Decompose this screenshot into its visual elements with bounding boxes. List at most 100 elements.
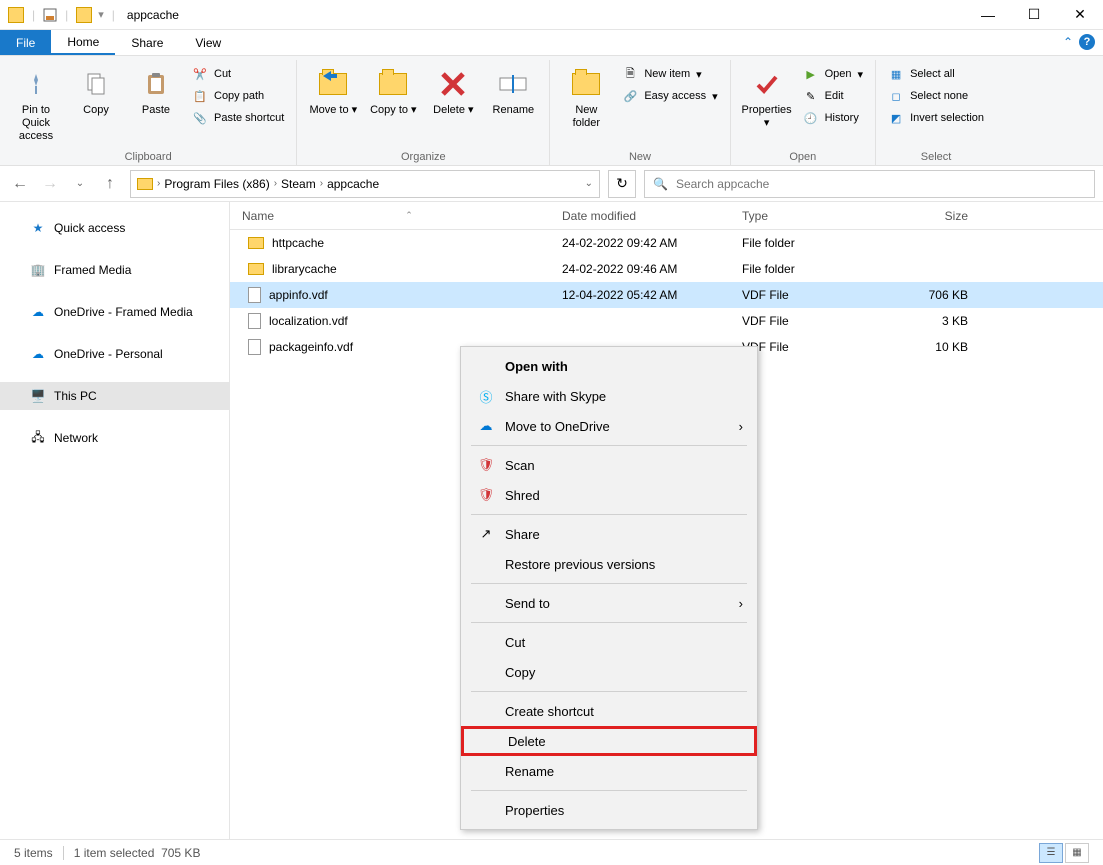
help-icon[interactable]: ? <box>1079 34 1095 50</box>
open-button[interactable]: ▶Open ▾ <box>799 64 867 84</box>
file-date: 12-04-2022 05:42 AM <box>550 288 730 302</box>
refresh-button[interactable]: ↻ <box>608 170 636 198</box>
tab-file[interactable]: File <box>0 30 51 55</box>
pin-quick-access-button[interactable]: Pin to Quick access <box>8 64 64 148</box>
breadcrumb[interactable]: › Program Files (x86) › Steam › appcache… <box>130 170 600 198</box>
tab-view[interactable]: View <box>179 30 237 55</box>
save-icon[interactable] <box>43 8 57 22</box>
ribbon: Pin to Quick access Copy Paste ✂️Cut 📋Co… <box>0 56 1103 166</box>
invert-selection-button[interactable]: ◩Invert selection <box>884 108 988 128</box>
file-row[interactable]: appinfo.vdf12-04-2022 05:42 AMVDF File70… <box>230 282 1103 308</box>
file-size: 3 KB <box>880 314 980 328</box>
move-to-button[interactable]: Move to ▾ <box>305 64 361 121</box>
ribbon-toggle-icon[interactable]: ⌃ <box>1063 35 1073 49</box>
search-box[interactable]: 🔍 <box>644 170 1095 198</box>
select-all-button[interactable]: ▦Select all <box>884 64 988 84</box>
properties-button[interactable]: Properties ▾ <box>739 64 795 134</box>
search-input[interactable] <box>676 177 1086 191</box>
file-type: File folder <box>730 262 880 276</box>
history-button[interactable]: 🕘History <box>799 108 867 128</box>
ribbon-group-new: New folder 🗎New item ▾ 🔗Easy access ▾ Ne… <box>550 60 730 165</box>
edit-button[interactable]: ✎Edit <box>799 86 867 106</box>
status-item-count: 5 items <box>14 846 53 860</box>
sidebar-item-network[interactable]: 🖧 Network <box>0 424 229 452</box>
file-list-header: Name⌃ Date modified Type Size <box>230 202 1103 230</box>
cm-open-with[interactable]: Open with <box>461 351 757 381</box>
copy-to-button[interactable]: Copy to ▾ <box>365 64 421 121</box>
file-type: File folder <box>730 236 880 250</box>
sidebar-item-this-pc[interactable]: 🖥️ This PC <box>0 382 229 410</box>
maximize-button[interactable]: ☐ <box>1011 0 1057 30</box>
breadcrumb-dropdown[interactable]: ⌄ <box>585 178 593 189</box>
tab-share[interactable]: Share <box>115 30 179 55</box>
back-button[interactable]: ← <box>8 172 32 196</box>
minimize-button[interactable]: — <box>965 0 1011 30</box>
col-header-type[interactable]: Type <box>730 209 880 223</box>
crumb-0: Program Files (x86) <box>164 177 269 191</box>
close-button[interactable]: ✕ <box>1057 0 1103 30</box>
context-menu: Open with ⓈShare with Skype ☁Move to One… <box>460 346 758 830</box>
window-title: appcache <box>127 8 179 22</box>
sidebar-item-quick-access[interactable]: ★ Quick access <box>0 214 229 242</box>
network-icon: 🖧 <box>30 430 46 446</box>
file-name: appinfo.vdf <box>269 288 328 302</box>
rename-button[interactable]: Rename <box>485 64 541 121</box>
new-folder-button[interactable]: New folder <box>558 64 614 134</box>
file-type: VDF File <box>730 314 880 328</box>
cut-button[interactable]: ✂️Cut <box>188 64 288 84</box>
select-none-button[interactable]: ◻Select none <box>884 86 988 106</box>
recent-locations-button[interactable]: ⌄ <box>68 172 92 196</box>
sidebar-item-onedrive-framed[interactable]: ☁ OneDrive - Framed Media <box>0 298 229 326</box>
status-bar: 5 items 1 item selected 705 KB ☰ ▦ <box>0 839 1103 865</box>
status-size: 705 KB <box>161 846 200 860</box>
cm-share[interactable]: ↗Share <box>461 519 757 549</box>
folder-icon <box>137 178 153 190</box>
crumb-2: appcache <box>327 177 379 191</box>
cm-skype[interactable]: ⓈShare with Skype <box>461 381 757 411</box>
file-date: 24-02-2022 09:46 AM <box>550 262 730 276</box>
easy-access-button[interactable]: 🔗Easy access ▾ <box>618 86 721 106</box>
folder-icon <box>248 237 264 249</box>
cm-properties[interactable]: Properties <box>461 795 757 825</box>
up-button[interactable]: ↑ <box>98 172 122 196</box>
cm-delete[interactable]: Delete <box>461 726 757 756</box>
file-name: librarycache <box>272 262 337 276</box>
col-header-date[interactable]: Date modified <box>550 209 730 223</box>
cm-shred[interactable]: 🛡Shred <box>461 480 757 510</box>
forward-button[interactable]: → <box>38 172 62 196</box>
view-thumbnails-button[interactable]: ▦ <box>1065 843 1089 863</box>
cloud-icon: ☁ <box>30 304 46 320</box>
delete-button[interactable]: Delete ▾ <box>425 64 481 121</box>
cm-create-shortcut[interactable]: Create shortcut <box>461 696 757 726</box>
col-header-name[interactable]: Name⌃ <box>230 209 550 223</box>
copy-button[interactable]: Copy <box>68 64 124 121</box>
nav-bar: ← → ⌄ ↑ › Program Files (x86) › Steam › … <box>0 166 1103 202</box>
file-row[interactable]: httpcache 24-02-2022 09:42 AMFile folder <box>230 230 1103 256</box>
tab-home[interactable]: Home <box>51 30 115 55</box>
sidebar-item-framed-media[interactable]: 🏢 Framed Media <box>0 256 229 284</box>
star-icon: ★ <box>30 220 46 236</box>
cm-rename[interactable]: Rename <box>461 756 757 786</box>
menu-tabs: File Home Share View ⌃ ? <box>0 30 1103 56</box>
cm-scan[interactable]: 🛡Scan <box>461 450 757 480</box>
cm-send-to[interactable]: Send to› <box>461 588 757 618</box>
cm-cut[interactable]: Cut <box>461 627 757 657</box>
ribbon-group-clipboard: Pin to Quick access Copy Paste ✂️Cut 📋Co… <box>0 60 297 165</box>
cm-onedrive[interactable]: ☁Move to OneDrive› <box>461 411 757 441</box>
col-header-size[interactable]: Size <box>880 209 980 223</box>
file-date: 24-02-2022 09:42 AM <box>550 236 730 250</box>
view-details-button[interactable]: ☰ <box>1039 843 1063 863</box>
file-row[interactable]: librarycache 24-02-2022 09:46 AMFile fold… <box>230 256 1103 282</box>
search-icon: 🔍 <box>653 177 668 191</box>
cm-restore[interactable]: Restore previous versions <box>461 549 757 579</box>
cm-copy[interactable]: Copy <box>461 657 757 687</box>
sidebar-item-onedrive-personal[interactable]: ☁ OneDrive - Personal <box>0 340 229 368</box>
ribbon-group-organize: Move to ▾ Copy to ▾ Delete ▾ Rename Orga… <box>297 60 550 165</box>
file-name: httpcache <box>272 236 324 250</box>
paste-button[interactable]: Paste <box>128 64 184 121</box>
copy-path-button[interactable]: 📋Copy path <box>188 86 288 106</box>
folder-small-icon <box>8 7 24 23</box>
paste-shortcut-button[interactable]: 📎Paste shortcut <box>188 108 288 128</box>
new-item-button[interactable]: 🗎New item ▾ <box>618 64 721 84</box>
file-row[interactable]: localization.vdfVDF File3 KB <box>230 308 1103 334</box>
